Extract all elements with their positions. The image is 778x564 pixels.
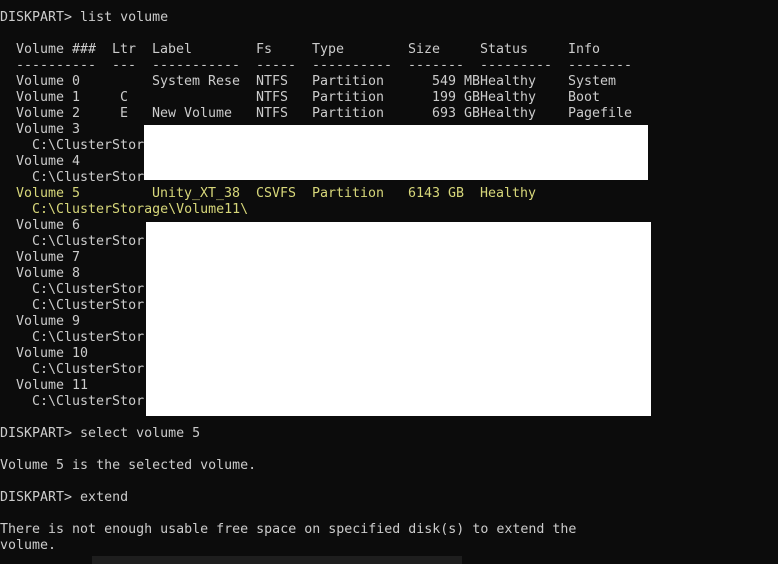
volume-name: Volume 7 [16,250,81,265]
volume-label: System Rese [152,74,241,89]
volume-status: Healthy [480,186,537,201]
volume-letter: C [120,90,129,105]
mount-path-selected: C:\ClusterStorage\Volume11\ [32,202,249,217]
mount-path: C:\ClusterStor [32,362,145,377]
volume-name: Volume 11 [16,378,89,393]
volume-size: 199 GB [432,90,481,105]
separator: ----------- [152,58,241,73]
volume-name: Volume 9 [16,314,81,329]
table-separator: ---------- --- ----------- ----- -------… [0,58,778,74]
volume-fs: CSVFS [256,186,297,201]
volume-size: 549 MB [432,74,481,89]
mount-path: C:\ClusterStor [32,298,145,313]
header-label: Label [152,42,193,57]
mount-path: C:\ClusterStor [32,282,145,297]
mount-path: C:\ClusterStor [32,234,145,249]
separator: ------- [408,58,465,73]
extend-error-line1: There is not enough usable free space on… [0,522,577,537]
volume-name: Volume 10 [16,346,89,361]
volume-name: Volume 6 [16,218,81,233]
volume-fs: NTFS [256,106,289,121]
command-list-volume: DISKPART> list volume [0,10,169,25]
volume-name: Volume 5 [16,186,81,201]
mount-path: C:\ClusterStor [32,170,145,185]
volume-status: Healthy [480,106,537,121]
separator: --- [112,58,137,73]
volume-name: Volume 8 [16,266,81,281]
table-row: Volume 1 C NTFS Partition 199 GB Healthy… [0,90,778,106]
volume-info: Pagefile [568,106,633,121]
volume-fs: NTFS [256,90,289,105]
volume-type: Partition [312,74,385,89]
volume-type: Partition [312,90,385,105]
command-select-volume: DISKPART> select volume 5 [0,426,201,441]
volume-name: Volume 4 [16,154,81,169]
volume-name: Volume 2 [16,106,81,121]
volume-type: Partition [312,106,385,121]
separator: ---------- [312,58,393,73]
separator: ----- [256,58,297,73]
header-fs: Fs [256,42,273,57]
volume-label: Unity_XT_38 [152,186,241,201]
command-extend: DISKPART> extend [0,490,129,505]
header-info: Info [568,42,601,57]
volume-name: Volume 1 [16,90,81,105]
header-size: Size [408,42,441,57]
mount-path: C:\ClusterStor [32,138,145,153]
separator: -------- [568,58,633,73]
redaction-block [146,222,651,416]
terminal-window[interactable]: DISKPART> list volume Volume ### Ltr Lab… [0,0,778,564]
separator: ---------- [16,58,97,73]
volume-name: Volume 3 [16,122,81,137]
extend-error-line2: volume. [0,538,57,553]
header-volume: Volume ### [16,42,97,57]
header-ltr: Ltr [112,42,137,57]
volume-letter: E [120,106,129,121]
table-row: Volume 2 E New Volume NTFS Partition 693… [0,106,778,122]
select-response: Volume 5 is the selected volume. [0,458,257,473]
header-status: Status [480,42,529,57]
table-row-selected: Volume 5 Unity_XT_38 CSVFS Partition 614… [0,186,778,202]
volume-status: Healthy [480,90,537,105]
volume-label: New Volume [152,106,233,121]
volume-name: Volume 0 [16,74,81,89]
volume-info: Boot [568,90,601,105]
volume-type: Partition [312,186,385,201]
volume-status: Healthy [480,74,537,89]
mount-path: C:\ClusterStor [32,330,145,345]
table-row: Volume 0 System Rese NTFS Partition 549 … [0,74,778,90]
volume-size: 693 GB [432,106,481,121]
volume-size: 6143 GB [408,186,465,201]
volume-fs: NTFS [256,74,289,89]
mount-path: C:\ClusterStor [32,394,145,409]
redaction-block [144,125,648,180]
table-header: Volume ### Ltr Label Fs Type Size Status… [0,42,778,58]
header-type: Type [312,42,345,57]
volume-info: System [568,74,617,89]
separator: --------- [480,58,553,73]
horizontal-scrollbar[interactable] [92,556,462,564]
